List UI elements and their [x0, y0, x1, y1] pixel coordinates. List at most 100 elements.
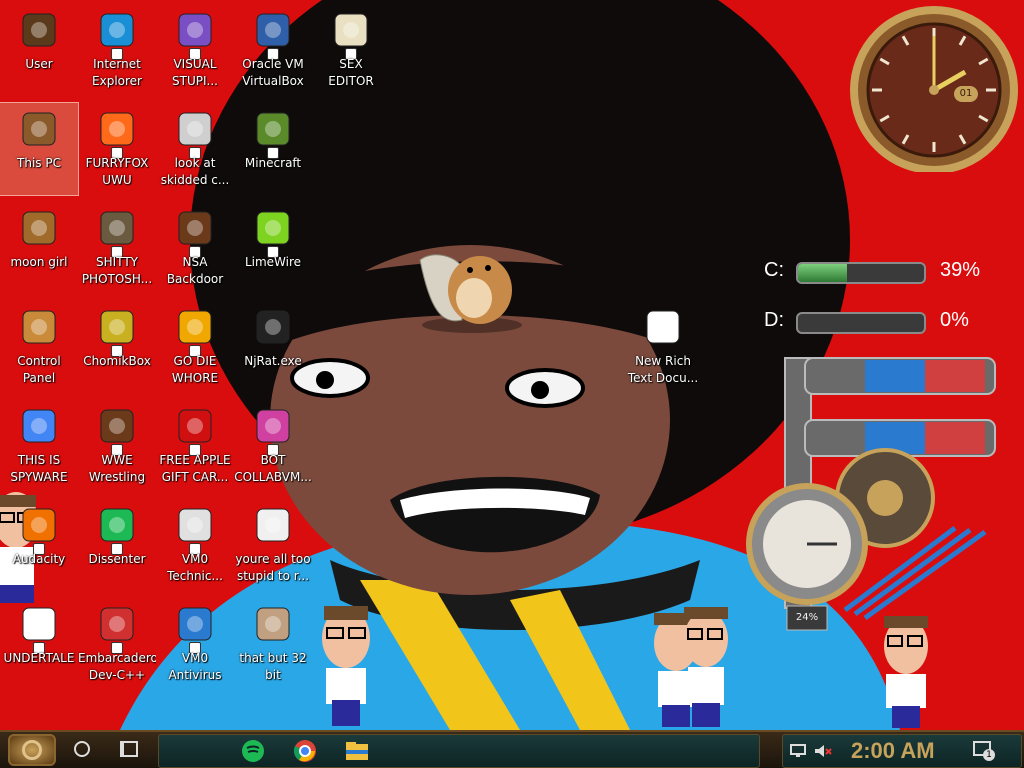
gimp-icon	[97, 208, 137, 258]
hex-editor-icon	[331, 10, 371, 60]
taskbar: 2:00 AM 1	[0, 730, 1024, 768]
desktop-icon-label: youre all too stupid to r...	[235, 552, 311, 583]
desktop-icon-dev-cpp[interactable]: Embarcadero Dev-C++	[78, 598, 156, 690]
taskbar-clock[interactable]: 2:00 AM	[851, 738, 935, 764]
drive-d-tube	[796, 312, 926, 334]
rtf-document-icon	[643, 307, 683, 347]
system-tray: 2:00 AM 1	[782, 734, 1022, 768]
desktop-icon-wwe-wrestling[interactable]: WWE Wrestling	[78, 400, 156, 492]
desktop-icon-label: FURRYFOX UWU	[85, 156, 149, 187]
hank-hill-figure	[322, 606, 370, 726]
desktop-icon-internet-explorer[interactable]: Internet Explorer	[78, 4, 156, 96]
desktop-icon-control-panel[interactable]: Control Panel	[0, 301, 78, 393]
desktop-icon-label: Oracle VM VirtualBox	[242, 57, 304, 88]
desktop-icon-label: NjRat.exe	[244, 354, 302, 368]
taskbar-spotify-icon[interactable]	[239, 738, 267, 764]
steampunk-cpu-widget[interactable]: 24%	[745, 348, 1005, 633]
steampunk-gear-icon	[22, 740, 42, 760]
desktop-icon-limewire[interactable]: LimeWire	[234, 202, 312, 294]
desktop-icon-gimp[interactable]: SHITTY PHOTOSH...	[78, 202, 156, 294]
limewire-icon	[253, 208, 293, 258]
desktop-icon-virtualbox[interactable]: Oracle VM VirtualBox	[234, 4, 312, 96]
desktop-icon-label: New Rich Text Docu...	[627, 354, 699, 385]
taskbar-chrome-icon[interactable]	[291, 738, 319, 764]
chrome-icon	[19, 406, 59, 446]
desktop-icon-chrome[interactable]: THIS IS SPYWARE	[0, 400, 78, 492]
action-center-icon[interactable]: 1	[973, 741, 995, 761]
desktop-icon-label: ChomikBox	[83, 354, 151, 368]
visual-studio-icon	[175, 10, 215, 60]
desktop-icon-undertale[interactable]: UNDERTALE	[0, 598, 78, 690]
desktop-icon-label: Audacity	[12, 552, 66, 566]
desktop-icon-that-but-32-bit[interactable]: that but 32 bit	[234, 598, 312, 690]
network-icon[interactable]	[789, 743, 809, 759]
drive-c-tube	[796, 262, 926, 284]
desktop-icon-moon-girl[interactable]: moon girl	[0, 202, 78, 294]
drive-c-fill	[798, 264, 848, 282]
desktop[interactable]: User Internet Explorer VISUAL STUPI... Orac…	[0, 0, 1024, 730]
desktop-icon-vmo-antivirus[interactable]: VM0 Antivirus	[156, 598, 234, 690]
drive-c-meter[interactable]: C: 39%	[740, 255, 990, 289]
desktop-icon-label: LimeWire	[244, 255, 302, 269]
virtualbox-icon	[253, 10, 293, 60]
desktop-icon-njrat[interactable]: NjRat.exe	[234, 301, 312, 393]
search-icon[interactable]	[74, 741, 90, 757]
drive-d-meter[interactable]: D: 0%	[740, 305, 990, 339]
desktop-icon-label: VM0 Technic...	[167, 552, 223, 583]
unity-icon	[19, 604, 59, 654]
desktop-icon-this-pc[interactable]: This PC	[0, 102, 79, 196]
desktop-icon-label: SEX EDITOR	[328, 57, 374, 88]
volume-muted-icon[interactable]	[813, 743, 833, 759]
desktop-icon-new-rich-text[interactable]: New Rich Text Docu...	[624, 301, 702, 393]
apple-icon	[175, 406, 215, 456]
taskbar-file-explorer-icon[interactable]	[343, 738, 371, 764]
desktop-icon-firefox[interactable]: FURRYFOX UWU	[78, 103, 156, 195]
desktop-icon-free-apple[interactable]: FREE APPLE GIFT CAR...	[156, 400, 234, 492]
desktop-icon-label: look at skidded c...	[160, 156, 230, 187]
desktop-icon-label: BOT COLLABVM...	[234, 453, 312, 484]
desktop-icon-label: UNDERTALE	[3, 651, 75, 665]
desktop-icon-youre-all-too-stupid[interactable]: youre all too stupid to r...	[234, 499, 312, 591]
dev-cpp-icon	[97, 604, 137, 654]
doctor-icon	[175, 505, 215, 555]
desktop-icon-go-die-whore[interactable]: GO DIE WHORE	[156, 301, 234, 393]
firefox-icon	[97, 109, 137, 159]
audacity-icon	[19, 505, 59, 555]
pipes-and-gauge	[746, 357, 996, 631]
clock-widget[interactable]: 01	[850, 6, 1018, 174]
steampunk-frame-icon	[175, 208, 215, 258]
desktop-icon-user[interactable]: User	[0, 4, 78, 96]
drive-c-percent: 39%	[940, 259, 981, 281]
desktop-icon-label: VM0 Antivirus	[168, 651, 222, 682]
taskbar-apps	[158, 734, 760, 768]
desktop-icon-dissenter[interactable]: Dissenter	[78, 499, 156, 591]
windows-shield-icon	[175, 604, 215, 654]
desktop-icon-label: Dissenter	[88, 552, 146, 566]
spotify-green-icon	[97, 505, 137, 555]
clock-day-label: 01	[954, 86, 978, 102]
desktop-icon-vmo-technician[interactable]: VM0 Technic...	[156, 499, 234, 591]
desktop-icon-label: WWE Wrestling	[88, 453, 146, 484]
dependency-walker-icon	[175, 307, 215, 357]
gauge-percent: 24%	[795, 612, 819, 623]
desktop-icon-audacity[interactable]: Audacity	[0, 499, 78, 591]
start-button[interactable]	[8, 734, 56, 766]
folder-icon	[19, 208, 59, 248]
desktop-icon-label: User	[25, 57, 53, 71]
clock-face	[850, 6, 1018, 174]
desktop-icon-minecraft[interactable]: Minecraft	[234, 103, 312, 195]
desktop-icon-nsa-backdoor[interactable]: NSA Backdoor	[156, 202, 234, 294]
desktop-icon-hex-editor[interactable]: SEX EDITOR	[312, 4, 390, 96]
desktop-icon-skidded-code[interactable]: look at skidded c...	[156, 103, 234, 195]
control-panel-icon	[19, 307, 59, 347]
desktop-icon-label: Control Panel	[17, 354, 61, 385]
task-view-icon[interactable]	[120, 741, 138, 757]
hamster-image	[419, 254, 522, 333]
drive-c-letter: C:	[764, 259, 784, 281]
notification-count: 1	[983, 749, 995, 761]
desktop-icon-label: Internet Explorer	[92, 57, 142, 88]
desktop-icon-bot-collabvm[interactable]: BOT COLLABVM...	[234, 400, 312, 492]
desktop-icon-chomikbox[interactable]: ChomikBox	[78, 301, 156, 393]
desktop-icon-visual-studio[interactable]: VISUAL STUPI...	[156, 4, 234, 96]
desktop-icon-label: moon girl	[10, 255, 68, 269]
